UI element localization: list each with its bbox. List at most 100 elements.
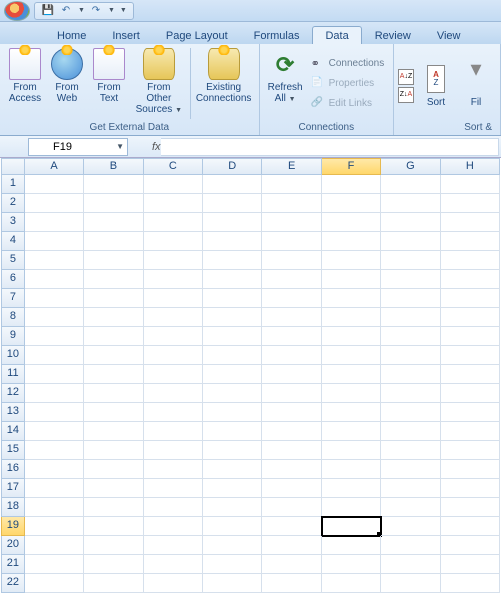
cell[interactable] [84,213,143,232]
cell[interactable] [25,270,84,289]
cell[interactable] [84,270,143,289]
cell[interactable] [144,289,203,308]
cell[interactable] [441,365,500,384]
column-header[interactable]: C [144,158,203,175]
cell[interactable] [144,213,203,232]
row-header[interactable]: 10 [1,346,25,365]
cell[interactable] [25,479,84,498]
row-header[interactable]: 3 [1,213,25,232]
sort-desc-button[interactable]: Z↓A [398,87,414,103]
row-header[interactable]: 4 [1,232,25,251]
column-header[interactable]: A [25,158,84,175]
redo-dropdown-icon[interactable]: ▼ [108,7,115,14]
cell[interactable] [381,251,440,270]
cell[interactable] [144,346,203,365]
cell[interactable] [262,555,321,574]
cell[interactable] [25,365,84,384]
cell[interactable] [322,270,381,289]
cell[interactable] [25,460,84,479]
cell[interactable] [84,498,143,517]
row-header[interactable]: 7 [1,289,25,308]
cell[interactable] [203,270,262,289]
cell[interactable] [25,517,84,536]
cell[interactable] [203,251,262,270]
row-header[interactable]: 14 [1,422,25,441]
from-access-button[interactable]: FromAccess [4,46,46,121]
cell[interactable] [262,251,321,270]
cell[interactable] [144,441,203,460]
undo-icon[interactable]: ↶ [59,4,73,18]
row-header[interactable]: 5 [1,251,25,270]
name-box[interactable]: F19▼ [28,138,128,156]
cell[interactable] [322,517,381,536]
row-header[interactable]: 12 [1,384,25,403]
cell[interactable] [84,441,143,460]
cell[interactable] [262,213,321,232]
row-header[interactable]: 2 [1,194,25,213]
cell[interactable] [262,498,321,517]
cell[interactable] [381,384,440,403]
cell[interactable] [262,403,321,422]
cell[interactable] [381,270,440,289]
cell[interactable] [144,555,203,574]
cell[interactable] [441,498,500,517]
cell[interactable] [25,213,84,232]
cell[interactable] [84,232,143,251]
cell[interactable] [84,346,143,365]
cell[interactable] [25,441,84,460]
cell[interactable] [262,384,321,403]
cell[interactable] [144,365,203,384]
connections-button[interactable]: Connections [309,56,387,72]
cell[interactable] [262,289,321,308]
cell[interactable] [84,517,143,536]
cell[interactable] [381,403,440,422]
cell[interactable] [322,574,381,593]
cell[interactable] [441,194,500,213]
cell[interactable] [322,175,381,194]
row-header[interactable]: 18 [1,498,25,517]
undo-dropdown-icon[interactable]: ▼ [78,7,85,14]
column-header[interactable]: E [262,158,321,175]
cell[interactable] [381,289,440,308]
cell[interactable] [381,175,440,194]
cell[interactable] [84,384,143,403]
cell[interactable] [203,365,262,384]
tab-insert[interactable]: Insert [99,26,153,44]
tab-home[interactable]: Home [44,26,99,44]
cell[interactable] [84,460,143,479]
cell[interactable] [84,403,143,422]
cell[interactable] [322,365,381,384]
cell[interactable] [144,308,203,327]
cell[interactable] [381,498,440,517]
cell[interactable] [203,536,262,555]
cell[interactable] [203,308,262,327]
cell[interactable] [84,555,143,574]
save-icon[interactable]: 💾 [41,4,55,18]
refresh-all-button[interactable]: RefreshAll ▼ [264,46,307,121]
cell[interactable] [203,384,262,403]
cell[interactable] [381,327,440,346]
cell[interactable] [381,460,440,479]
cell[interactable] [441,574,500,593]
cell[interactable] [441,441,500,460]
cell[interactable] [144,251,203,270]
cell[interactable] [203,441,262,460]
chevron-down-icon[interactable]: ▼ [116,142,124,151]
cell[interactable] [84,479,143,498]
existing-connections-button[interactable]: ExistingConnections [193,46,255,121]
from-web-button[interactable]: FromWeb [46,46,88,121]
cell[interactable] [322,289,381,308]
cell[interactable] [144,194,203,213]
cell[interactable] [144,384,203,403]
cell[interactable] [84,536,143,555]
tab-data[interactable]: Data [312,26,361,44]
column-header[interactable]: F [322,158,381,175]
column-header[interactable]: D [203,158,262,175]
cell[interactable] [144,403,203,422]
row-header[interactable]: 6 [1,270,25,289]
cell[interactable] [441,327,500,346]
cell[interactable] [381,555,440,574]
from-other-sources-button[interactable]: From OtherSources ▼ [130,46,188,121]
cell[interactable] [25,574,84,593]
cell[interactable] [381,232,440,251]
